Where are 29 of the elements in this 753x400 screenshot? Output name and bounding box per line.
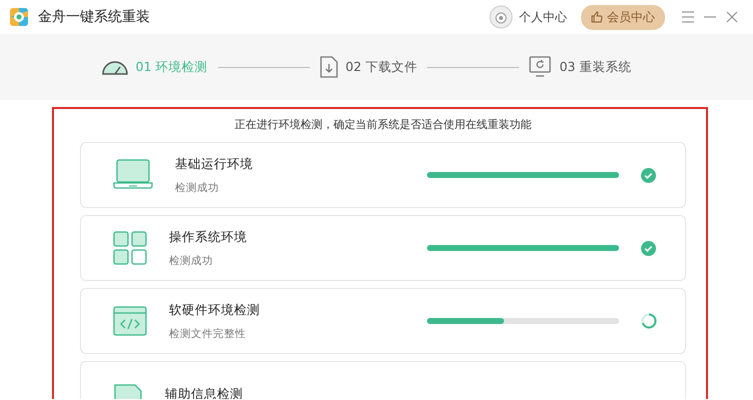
monitor-refresh-icon — [529, 56, 552, 78]
loading-spinner-icon — [641, 313, 657, 329]
check-status: 检测成功 — [175, 180, 220, 194]
check-status: 检测成功 — [169, 254, 214, 268]
thumbs-up-icon — [591, 11, 603, 23]
window-title: 金舟一键系统重装 — [38, 8, 151, 26]
avatar-icon — [489, 5, 513, 29]
check-title: 辅助信息检测 — [165, 386, 244, 399]
menu-icon — [681, 11, 695, 23]
step-label: 02 下载文件 — [346, 58, 418, 76]
check-icon — [641, 168, 656, 182]
document-icon — [113, 383, 143, 399]
code-window-icon — [113, 306, 147, 336]
check-title: 基础运行环境 — [175, 156, 254, 172]
laptop-icon — [113, 159, 153, 191]
gauge-icon — [102, 59, 128, 75]
check-title: 操作系统环境 — [169, 228, 248, 246]
download-file-icon — [320, 56, 338, 78]
step-label: 03 重装系统 — [559, 58, 632, 76]
check-icon — [641, 240, 656, 256]
check-title: 软硬件环境检测 — [169, 302, 261, 318]
profile-button[interactable]: 个人中心 — [489, 5, 567, 29]
app-logo-icon — [10, 8, 28, 26]
close-icon — [726, 11, 738, 23]
notice-text: 正在进行环境检测，确定当前系统是否适合使用在线重装功能 — [234, 117, 532, 132]
grid-icon — [113, 231, 147, 265]
step-label: 01 环境检测 — [136, 58, 208, 76]
vip-button[interactable]: 会员中心 — [581, 4, 665, 30]
check-status: 检测文件完整性 — [169, 326, 247, 340]
